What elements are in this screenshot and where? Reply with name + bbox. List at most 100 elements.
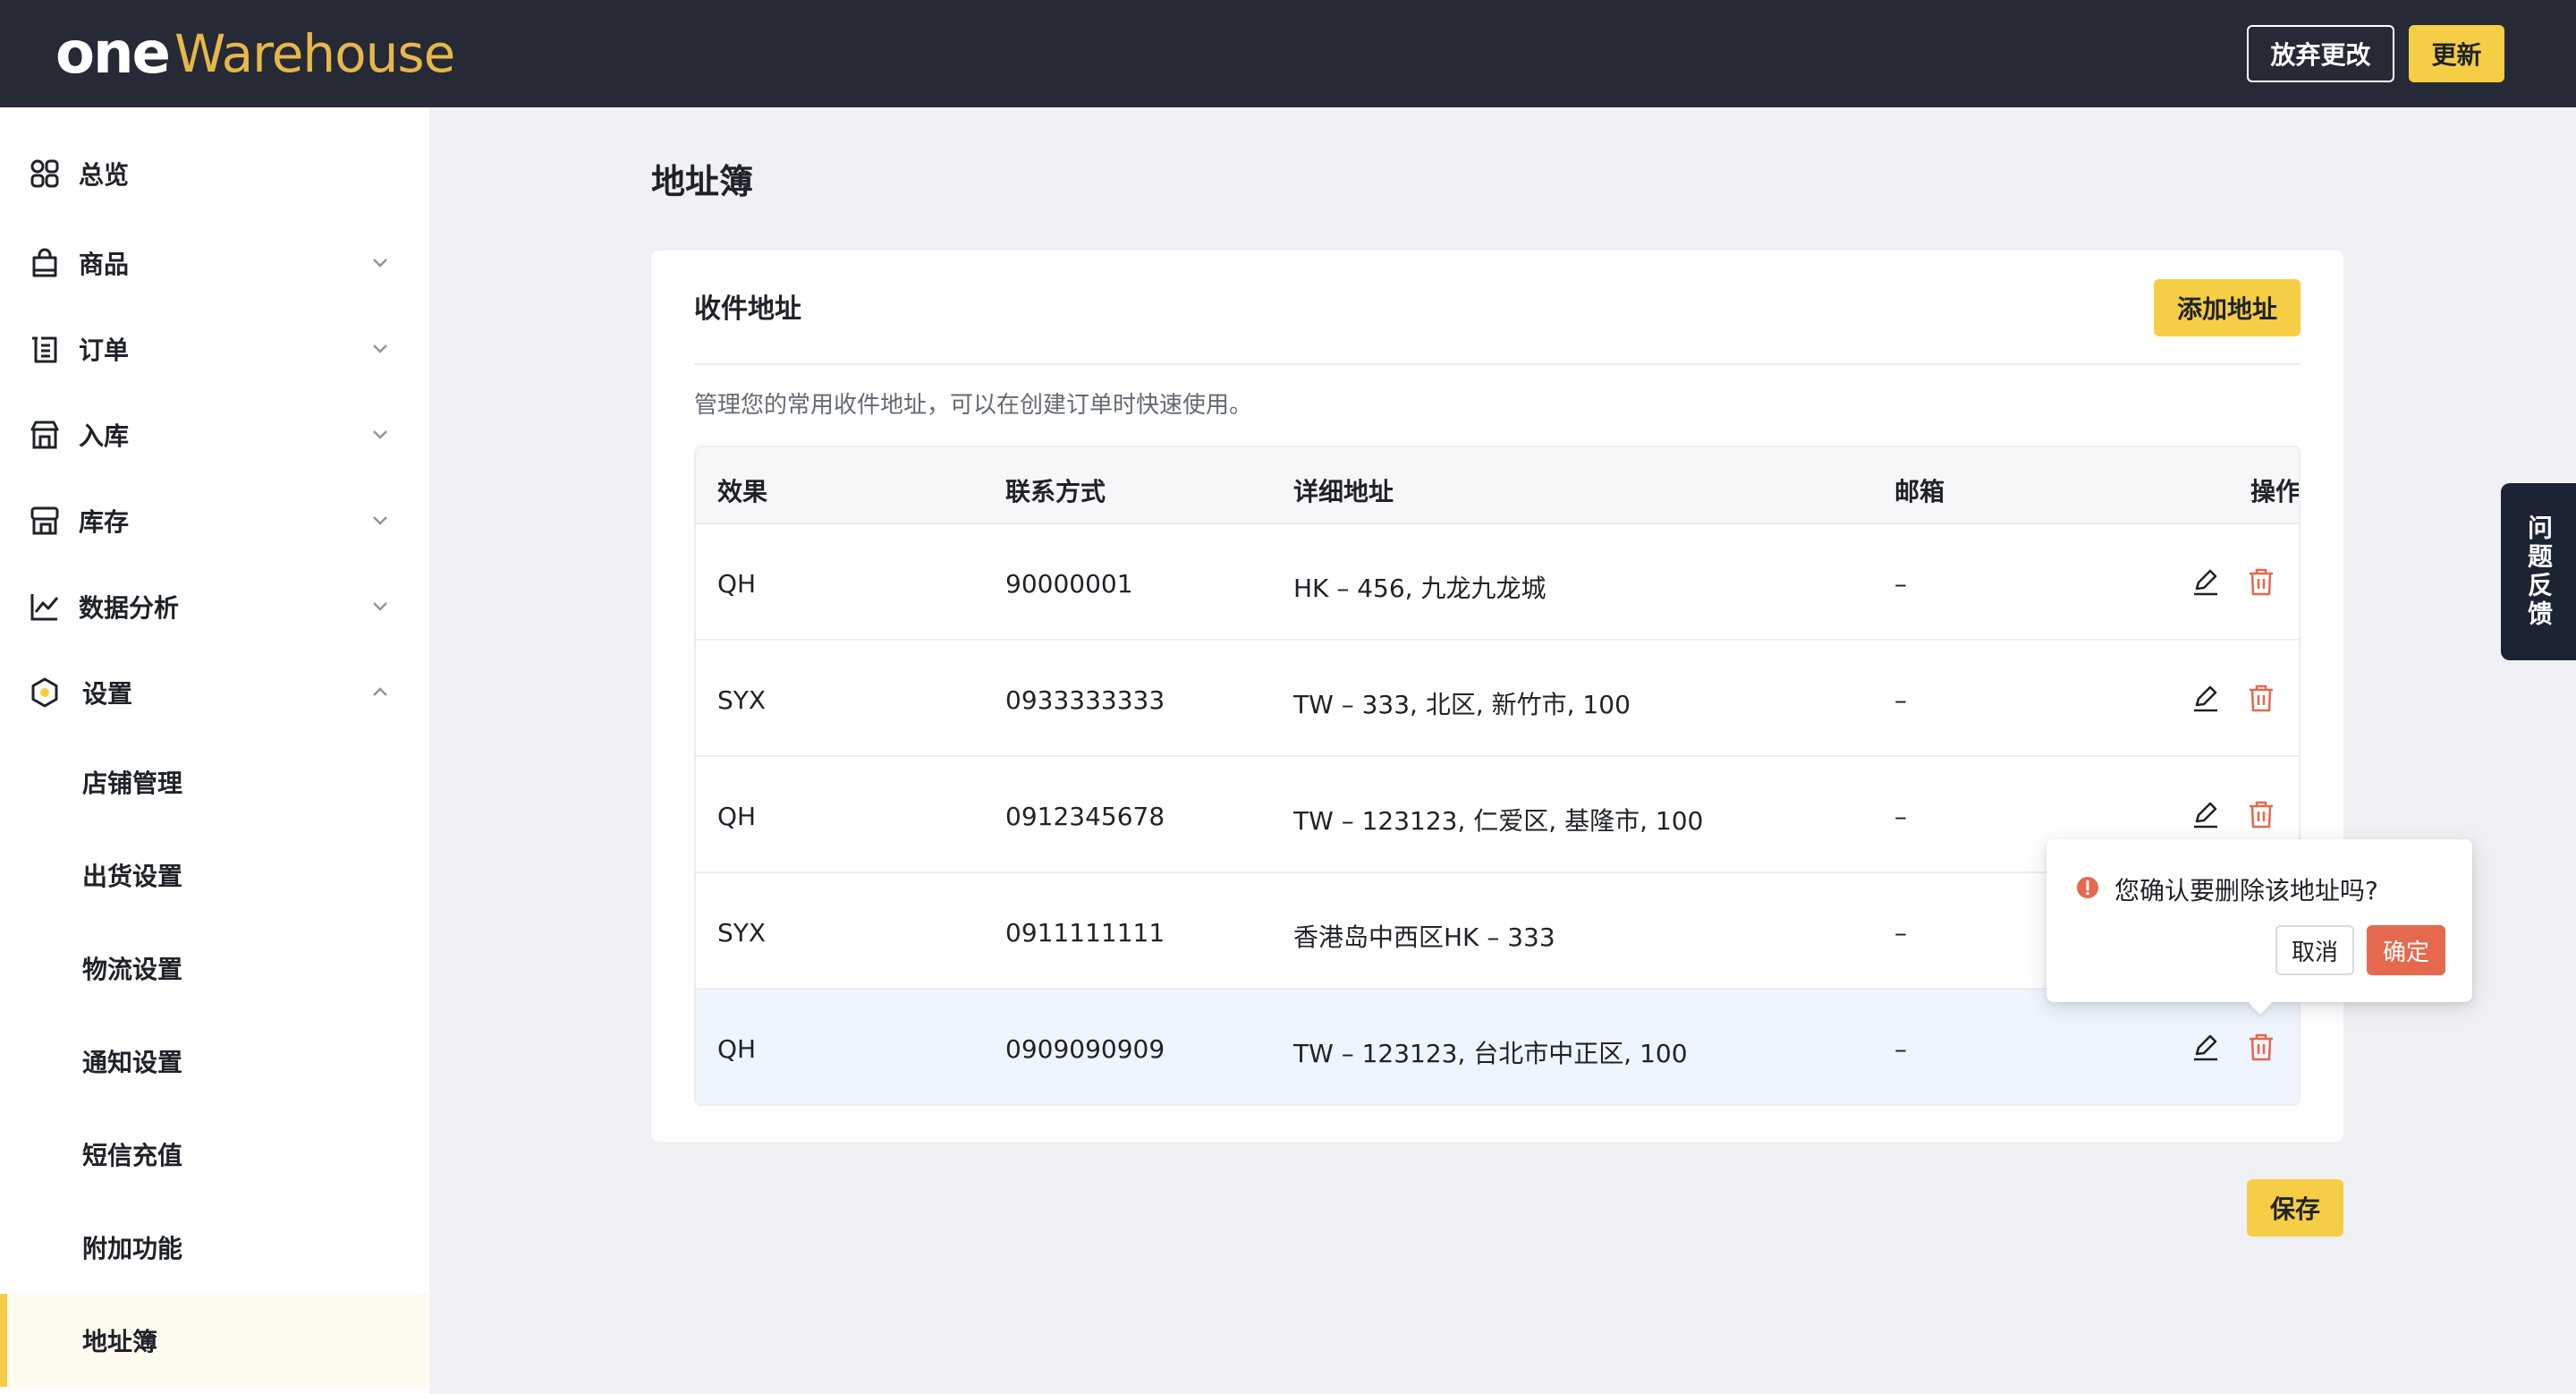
sidebar-subitem-label: 地址簿 [82, 1327, 158, 1356]
delete-icon[interactable] [2245, 1031, 2277, 1063]
sidebar-subitem-sms-recharge[interactable]: 短信充值 [0, 1108, 429, 1201]
sidebar: 总览 商品 订单 入库 库存 数据分析 设置 店铺管理 出货设置 物流设置 通知… [0, 107, 429, 1394]
settings-hexagon-icon [31, 677, 58, 708]
cancel-button[interactable]: 取消 [2275, 925, 2354, 975]
cell-email: – [1894, 918, 1907, 948]
cell-phone: 0911111111 [1005, 918, 1165, 948]
sidebar-item-analytics[interactable]: 数据分析 [0, 571, 429, 642]
inbound-icon [30, 421, 59, 449]
cell-address: HK – 456, 九龙九龙城 [1293, 574, 1546, 603]
sidebar-item-label: 总览 [79, 160, 130, 190]
cell-address: TW – 123123, 台北市中正区, 100 [1293, 1039, 1688, 1068]
logo[interactable]: one Warehouse [55, 20, 455, 88]
sidebar-item-label: 订单 [79, 336, 130, 365]
sidebar-subitem-store-management[interactable]: 店铺管理 [0, 735, 429, 829]
cell-name: QH [717, 1034, 757, 1064]
edit-icon[interactable] [2190, 1031, 2222, 1063]
column-header-name: 效果 [717, 477, 768, 506]
sidebar-subitem-label: 店铺管理 [82, 769, 183, 798]
cell-phone: 0912345678 [1005, 802, 1165, 831]
cell-address: TW – 123123, 仁爱区, 基隆市, 100 [1293, 806, 1704, 836]
save-button[interactable]: 保存 [2247, 1179, 2343, 1237]
order-icon [32, 336, 57, 363]
cell-email: – [1894, 802, 1907, 831]
cell-phone: 0933333333 [1005, 685, 1165, 715]
card-title: 收件地址 [694, 293, 801, 325]
delete-confirm-popover: 您确认要删除该地址吗? 取消 确定 [2046, 839, 2472, 1015]
feedback-label: 问题反馈 [2524, 514, 2554, 629]
warning-icon [2077, 877, 2098, 898]
logo-one-text: one [55, 21, 171, 87]
cell-phone: 90000001 [1005, 569, 1133, 599]
sidebar-item-orders[interactable]: 订单 [0, 313, 429, 385]
feedback-tab[interactable]: 问题反馈 [2501, 483, 2576, 660]
table-row: SYX 0933333333 TW – 333, 北区, 新竹市, 100 – [696, 641, 2299, 757]
cell-address: 香港岛中西区HK – 333 [1293, 922, 1555, 952]
cell-email: – [1894, 569, 1907, 599]
column-header-address: 详细地址 [1293, 477, 1394, 506]
cell-phone: 0909090909 [1005, 1034, 1165, 1064]
edit-icon[interactable] [2190, 565, 2222, 598]
chevron-down-icon [373, 259, 387, 268]
card-description: 管理您的常用收件地址，可以在创建订单时快速使用。 [694, 392, 1253, 419]
sidebar-subitem-label: 物流设置 [82, 955, 183, 984]
sidebar-item-label: 商品 [79, 250, 130, 279]
logo-warehouse-text: Warehouse [174, 23, 455, 84]
sidebar-item-inventory[interactable]: 库存 [0, 485, 429, 557]
cell-name: SYX [717, 918, 767, 948]
inventory-icon [30, 506, 59, 535]
sidebar-subitem-label: 短信充值 [82, 1141, 183, 1170]
update-button[interactable]: 更新 [2409, 25, 2504, 82]
column-header-actions: 操作 [2250, 477, 2301, 506]
discard-changes-button[interactable]: 放弃更改 [2247, 25, 2394, 82]
delete-icon[interactable] [2245, 565, 2277, 598]
add-address-button[interactable]: 添加地址 [2154, 279, 2301, 336]
chevron-up-icon [373, 687, 387, 696]
sidebar-subitem-shipping-settings[interactable]: 出货设置 [0, 829, 429, 922]
sidebar-item-overview[interactable]: 总览 [0, 138, 429, 209]
sidebar-item-settings[interactable]: 设置 [0, 657, 429, 728]
sidebar-item-label: 数据分析 [79, 593, 180, 623]
column-header-phone: 联系方式 [1005, 477, 1106, 506]
divider [694, 363, 2301, 365]
sidebar-subitem-address-book[interactable]: 地址簿 [0, 1294, 429, 1387]
confirm-button[interactable]: 确定 [2367, 925, 2445, 975]
table-row: QH 0909090909 TW – 123123, 台北市中正区, 100 – [696, 990, 2299, 1104]
edit-icon[interactable] [2190, 798, 2222, 830]
cell-email: – [1894, 1034, 1907, 1064]
sidebar-item-inbound[interactable]: 入库 [0, 399, 429, 471]
bag-icon [32, 248, 57, 277]
popover-message: 您确认要删除该地址吗? [2114, 876, 2378, 905]
cell-name: QH [717, 569, 757, 599]
sidebar-item-label: 入库 [79, 421, 130, 451]
sidebar-subitem-label: 通知设置 [82, 1048, 183, 1077]
chart-icon [30, 594, 59, 621]
edit-icon[interactable] [2190, 682, 2222, 714]
table-row: QH 90000001 HK – 456, 九龙九龙城 – [696, 524, 2299, 641]
sidebar-item-label: 设置 [82, 679, 133, 709]
sidebar-item-products[interactable]: 商品 [0, 227, 429, 299]
sidebar-subitem-label: 附加功能 [82, 1234, 183, 1263]
chevron-down-icon [373, 602, 387, 611]
sidebar-subitem-addons[interactable]: 附加功能 [0, 1201, 429, 1294]
delete-icon[interactable] [2245, 682, 2277, 714]
delete-icon[interactable] [2245, 798, 2277, 830]
chevron-down-icon [373, 430, 387, 439]
sidebar-subitem-notification-settings[interactable]: 通知设置 [0, 1015, 429, 1108]
top-bar: one Warehouse 放弃更改 更新 [0, 0, 2576, 107]
cell-name: QH [717, 802, 757, 831]
chevron-down-icon [373, 344, 387, 353]
column-header-email: 邮箱 [1894, 477, 1945, 506]
dashboard-icon [30, 159, 59, 188]
page-title: 地址簿 [651, 162, 754, 201]
cell-address: TW – 333, 北区, 新竹市, 100 [1293, 690, 1631, 719]
cell-email: – [1894, 685, 1907, 715]
address-table: 效果 联系方式 详细地址 邮箱 操作 QH 90000001 HK – 456,… [694, 446, 2301, 1106]
table-header: 效果 联系方式 详细地址 邮箱 操作 [696, 447, 2301, 524]
address-card: 收件地址 添加地址 管理您的常用收件地址，可以在创建订单时快速使用。 效果 联系… [651, 251, 2343, 1142]
cell-name: SYX [717, 685, 767, 715]
sidebar-subitem-label: 出货设置 [82, 862, 183, 891]
sidebar-item-label: 库存 [79, 507, 130, 537]
chevron-down-icon [373, 516, 387, 525]
sidebar-subitem-logistics-settings[interactable]: 物流设置 [0, 922, 429, 1015]
